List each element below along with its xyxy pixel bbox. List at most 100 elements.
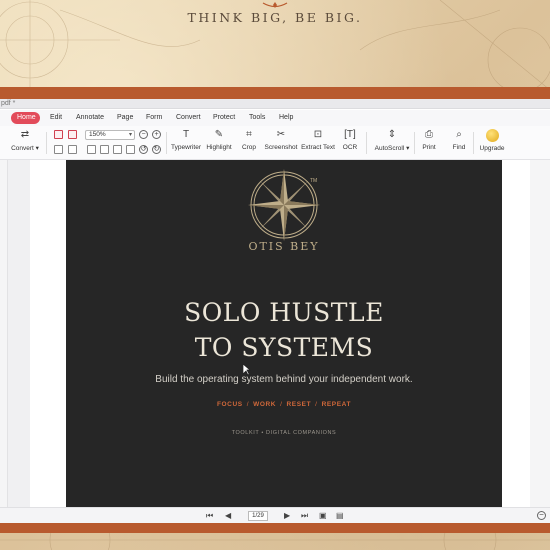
pillar-work: WORK	[253, 401, 277, 408]
menu-page[interactable]: Page	[117, 112, 133, 124]
menu-edit[interactable]: Edit	[50, 112, 62, 124]
previous-page-icon[interactable]: ◀	[225, 511, 231, 521]
ribbon-toolbar: ⇄ Convert ▾ 150% ▾ − + ↺ ↻ T Typewriter …	[0, 126, 550, 160]
brand-name: OTIS BEY	[248, 240, 320, 253]
divider	[46, 132, 47, 154]
crop-tool[interactable]: ⌗ Crop	[239, 129, 259, 151]
last-page-icon[interactable]: ⏭	[301, 511, 308, 521]
trademark-mark: TM	[310, 178, 318, 184]
left-panel-gutter	[0, 160, 8, 507]
pillar-separator: /	[315, 401, 318, 408]
menu-convert[interactable]: Convert	[176, 112, 201, 124]
facing-view-icon[interactable]	[68, 145, 77, 154]
menu-home[interactable]: Home	[11, 112, 40, 124]
pillar-repeat: REPEAT	[321, 401, 352, 408]
divider	[473, 132, 474, 154]
cover-footer-note: TOOLKIT • DIGITAL COMPANIONS	[231, 430, 337, 436]
status-bar: ⏮ ◀ 1/29 ▶ ⏭ ▣ ▤ −	[0, 507, 550, 523]
ocr-tool[interactable]: [T] OCR	[340, 129, 360, 151]
divider	[166, 132, 167, 154]
next-page-icon[interactable]: ▶	[284, 511, 290, 521]
cover-headline: SOLO HUSTLE TO SYSTEMS	[66, 295, 502, 365]
headline-line-2: TO SYSTEMS	[194, 333, 374, 362]
print-tool[interactable]: ⎙ Print	[420, 129, 438, 151]
pillar-separator: /	[246, 401, 250, 408]
menu-bar: Home Edit Annotate Page Form Convert Pro…	[0, 110, 550, 126]
document-title: pdf *	[1, 100, 16, 107]
fit-visible-icon[interactable]	[126, 145, 135, 154]
two-page-view-icon[interactable]	[68, 130, 77, 139]
menu-help[interactable]: Help	[279, 112, 293, 124]
actual-size-icon[interactable]	[113, 145, 122, 154]
menu-form[interactable]: Form	[146, 112, 162, 124]
document-page: TM OTIS BEY SOLO HUSTLE TO SYSTEMS Build…	[66, 160, 502, 507]
cover-subline: Build the operating system behind your i…	[155, 374, 413, 385]
zoom-in-icon[interactable]: +	[152, 130, 161, 139]
chevron-down-icon: ▾	[128, 132, 132, 138]
screenshot-icon: ✂	[276, 129, 286, 140]
highlight-label: Highlight	[206, 144, 232, 151]
banner-tagline: THINK BIG, BE BIG.	[187, 10, 363, 25]
print-label: Print	[422, 144, 436, 151]
find-icon: ⌕	[456, 129, 462, 140]
pdf-app-window: pdf * Home Edit Annotate Page Form Conve…	[0, 99, 550, 523]
extract-text-label: Extract Text	[301, 144, 335, 151]
mouse-cursor-icon	[243, 364, 251, 376]
upgrade-label: Upgrade	[479, 145, 505, 152]
first-page-icon[interactable]: ⏮	[206, 511, 213, 521]
convert-label: Convert	[11, 145, 34, 152]
ocr-icon: [T]	[344, 129, 356, 140]
crop-icon: ⌗	[246, 129, 252, 140]
upgrade-tool[interactable]: Upgrade	[478, 129, 506, 152]
chevron-down-icon: ▾	[33, 145, 39, 152]
screenshot-label: Screenshot	[264, 144, 298, 151]
ocr-label: OCR	[342, 144, 358, 151]
title-bar: pdf *	[0, 99, 550, 109]
menu-annotate[interactable]: Annotate	[76, 112, 104, 124]
highlight-tool[interactable]: ✎ Highlight	[204, 129, 234, 151]
menu-protect[interactable]: Protect	[213, 112, 235, 124]
page-number-input[interactable]: 1/29	[248, 511, 268, 521]
autoscroll-tool[interactable]: ⇕ AutoScroll ▾	[373, 129, 411, 152]
divider	[366, 132, 367, 154]
crop-label: Crop	[241, 144, 257, 151]
vertical-scrollbar[interactable]	[530, 160, 550, 507]
fit-width-icon[interactable]	[87, 145, 96, 154]
typewriter-label: Typewriter	[171, 144, 201, 151]
extract-text-tool[interactable]: ⊡ Extract Text	[301, 129, 335, 151]
accent-band-top	[0, 87, 550, 99]
extract-text-icon: ⊡	[313, 129, 323, 140]
convert-tool[interactable]: ⇄ Convert ▾	[10, 129, 40, 152]
find-tool[interactable]: ⌕ Find	[450, 129, 468, 151]
rotate-right-icon[interactable]: ↻	[152, 145, 161, 154]
zoom-select[interactable]: 150% ▾	[85, 130, 135, 140]
top-ornament	[262, 2, 288, 8]
divider	[414, 132, 415, 154]
zoom-value: 150%	[89, 131, 106, 138]
find-label: Find	[452, 144, 466, 151]
convert-icon: ⇄	[20, 129, 30, 140]
document-viewer[interactable]: TM OTIS BEY SOLO HUSTLE TO SYSTEMS Build…	[0, 160, 550, 507]
single-page-view-icon[interactable]	[54, 130, 63, 139]
typewriter-tool[interactable]: T Typewriter	[170, 129, 202, 151]
zoom-out-icon[interactable]: −	[139, 130, 148, 139]
continuous-view-icon[interactable]	[54, 145, 63, 154]
rotate-left-icon[interactable]: ↺	[139, 145, 148, 154]
page-view-icon[interactable]: ▤	[336, 511, 344, 521]
pillar-list: FOCUS / WORK / RESET / REPEAT	[66, 401, 502, 408]
chevron-down-icon: ▾	[404, 145, 410, 152]
headline-line-1: SOLO HUSTLE	[184, 298, 384, 327]
accent-band-bottom	[0, 523, 550, 533]
pillar-reset: RESET	[286, 401, 312, 408]
save-page-icon[interactable]: ▣	[319, 511, 327, 521]
screenshot-tool[interactable]: ✂ Screenshot	[264, 129, 298, 151]
status-zoom-out-icon[interactable]: −	[537, 511, 546, 520]
typewriter-icon: T	[182, 129, 190, 140]
upgrade-icon	[485, 129, 499, 142]
autoscroll-label: AutoScroll	[374, 145, 405, 152]
pillar-focus: FOCUS	[216, 401, 243, 408]
fit-page-icon[interactable]	[100, 145, 109, 154]
menu-tools[interactable]: Tools	[249, 112, 265, 124]
highlight-icon: ✎	[214, 129, 224, 140]
pillar-separator: /	[280, 401, 283, 408]
